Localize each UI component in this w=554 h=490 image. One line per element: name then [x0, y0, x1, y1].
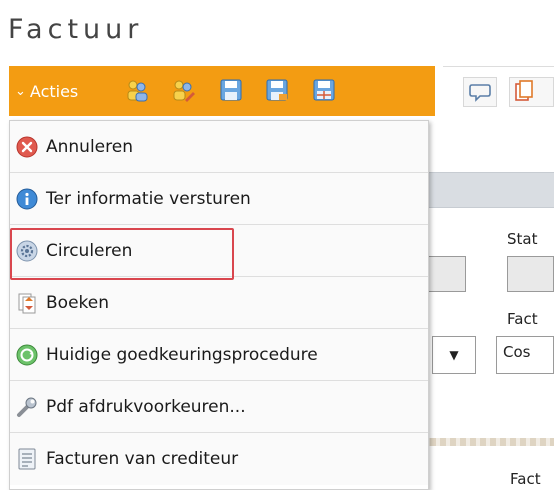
menu-item-label: Pdf afdrukvoorkeuren...: [46, 396, 246, 417]
chevron-down-icon: ▼: [449, 348, 459, 362]
section-header-bar: [420, 172, 554, 208]
users-edit-icon[interactable]: [171, 78, 195, 102]
copy-button[interactable]: [509, 77, 554, 107]
save-grid-icon[interactable]: [312, 78, 336, 102]
book-icon: [18, 293, 36, 313]
chevron-down-icon: ⌄: [15, 83, 26, 99]
menu-item-facturen-van-crediteur[interactable]: Facturen van crediteur: [10, 433, 428, 485]
status-field: [507, 256, 554, 292]
cancel-icon: [16, 136, 38, 157]
acties-dropdown-button[interactable]: ⌄ Acties: [15, 77, 78, 105]
copy-icon: [515, 80, 533, 101]
factuur-select[interactable]: Cos: [496, 336, 554, 374]
menu-item-boeken[interactable]: Boeken: [10, 277, 428, 329]
save-icon[interactable]: [219, 78, 243, 102]
users-icon[interactable]: [125, 78, 149, 102]
menu-item-annuleren[interactable]: Annuleren: [10, 121, 428, 173]
approval-icon: [16, 344, 38, 365]
wrench-icon: [17, 397, 37, 417]
menu-item-label: Annuleren: [46, 136, 133, 157]
status-label: Stat: [507, 230, 538, 248]
menu-item-label: Boeken: [46, 292, 109, 313]
comment-icon: [469, 84, 491, 102]
comment-button[interactable]: [463, 77, 497, 107]
menu-item-label: Ter informatie versturen: [46, 188, 251, 209]
page-title: Factuur: [8, 14, 144, 45]
document-icon: [18, 448, 36, 470]
highlight-box: [10, 228, 234, 280]
menu-item-ter-informatie-versturen[interactable]: Ter informatie versturen: [10, 173, 428, 225]
factuur-label: Fact: [507, 310, 538, 328]
menu-item-huidige-goedkeuringsprocedure[interactable]: Huidige goedkeuringsprocedure: [10, 329, 428, 381]
save-close-icon[interactable]: [265, 78, 289, 102]
select-dropdown-button[interactable]: ▼: [432, 336, 476, 374]
actions-toolbar: ⌄ Acties: [9, 66, 435, 116]
blurred-divider: [420, 438, 554, 446]
info-icon: [16, 188, 38, 209]
acties-dropdown-menu: Annuleren Ter informatie versturen Circu…: [9, 120, 429, 490]
secondary-toolbar: [443, 66, 554, 117]
menu-item-label: Huidige goedkeuringsprocedure: [46, 344, 318, 365]
menu-item-pdf-afdrukvoorkeuren[interactable]: Pdf afdrukvoorkeuren...: [10, 381, 428, 433]
factuur-label-2: Fact: [510, 470, 541, 488]
acties-label: Acties: [29, 81, 79, 101]
menu-item-label: Facturen van crediteur: [46, 449, 239, 469]
